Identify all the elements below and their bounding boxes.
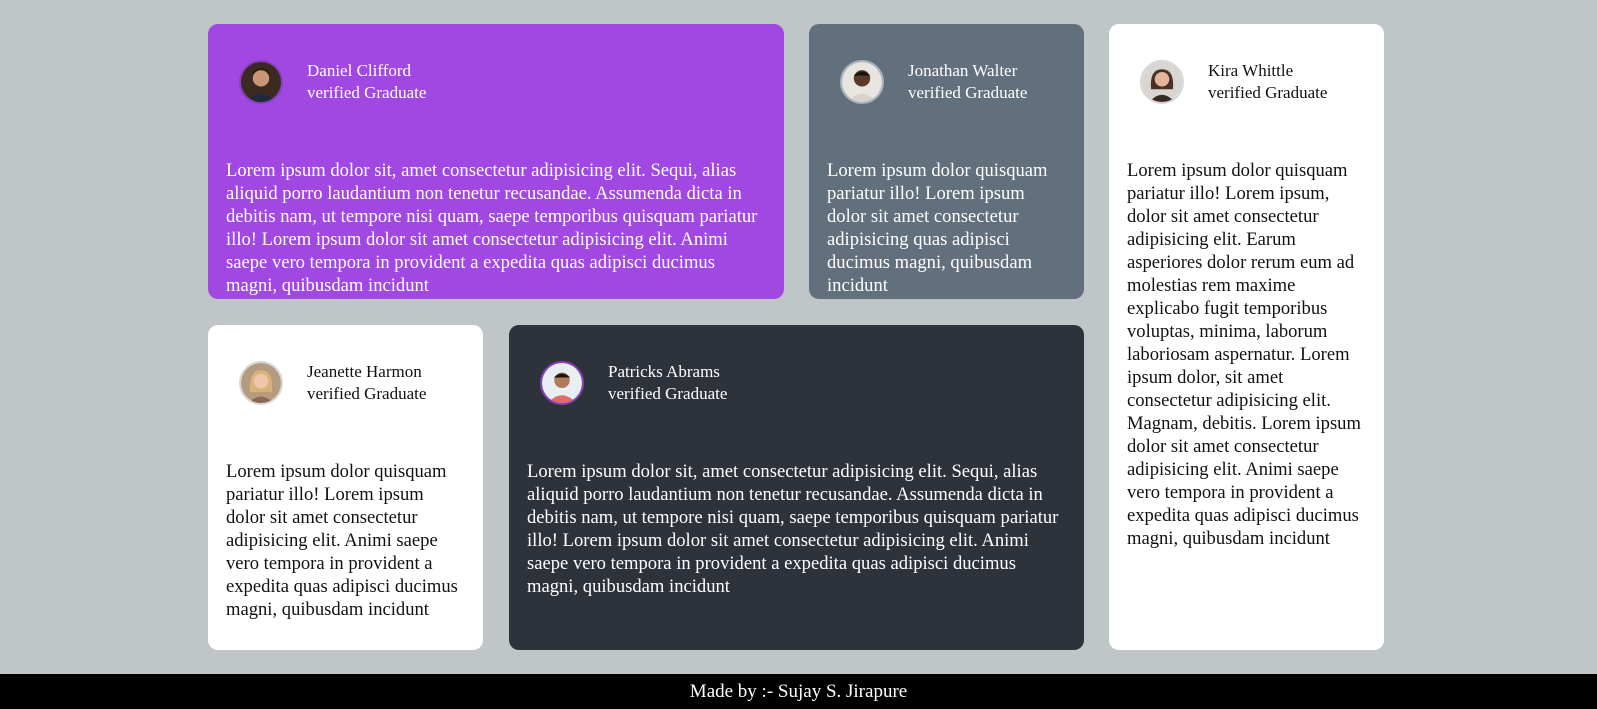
card-author: Daniel Clifford verified Graduate: [307, 60, 426, 104]
testimonial-card-jeanette-harmon: Jeanette Harmon verified Graduate Lorem …: [208, 325, 483, 650]
testimonial-text: Lorem ipsum dolor quisquam pariatur illo…: [226, 461, 458, 620]
author-subtitle: verified Graduate: [307, 82, 427, 102]
card-author: Jeanette Harmon verified Graduate: [307, 361, 426, 405]
testimonial-card-patricks-abrams: Patricks Abrams verified Graduate Lorem …: [509, 325, 1084, 650]
testimonial-text: Lorem ipsum dolor sit, amet consectetur …: [226, 160, 758, 296]
card-header: Patricks Abrams verified Graduate: [540, 349, 1066, 416]
testimonial-card-daniel-clifford: Daniel Clifford verified Graduate Lorem …: [208, 24, 784, 299]
author-name: Patricks Abrams: [608, 361, 720, 381]
author-subtitle: verified Graduate: [608, 383, 728, 403]
card-header: Kira Whittle verified Graduate: [1140, 48, 1366, 115]
testimonial-card-kira-whittle: Kira Whittle verified Graduate Lorem ips…: [1109, 24, 1384, 650]
author-subtitle: verified Graduate: [1208, 82, 1328, 102]
card-header: Jonathan Walter verified Graduate: [840, 48, 1066, 115]
testimonial-text: Lorem ipsum dolor quisquam pariatur illo…: [1127, 160, 1361, 549]
woman-avatar-icon: [239, 360, 283, 405]
author-name: Jeanette Harmon: [307, 361, 422, 381]
testimonial-text: Lorem ipsum dolor sit, amet consectetur …: [527, 461, 1059, 597]
man-avatar-icon: [540, 360, 584, 405]
card-header: Jeanette Harmon verified Graduate: [239, 349, 465, 416]
card-author: Kira Whittle verified Graduate: [1208, 60, 1327, 104]
woman-avatar-icon: [1140, 59, 1184, 104]
card-author: Jonathan Walter verified Graduate: [908, 60, 1027, 104]
testimonial-grid: Daniel Clifford verified Graduate Lorem …: [208, 24, 1384, 650]
testimonial-text: Lorem ipsum dolor quisquam pariatur illo…: [827, 160, 1048, 296]
author-subtitle: verified Graduate: [908, 82, 1028, 102]
author-name: Kira Whittle: [1208, 60, 1294, 80]
author-subtitle: verified Graduate: [307, 383, 427, 403]
footer-credit: Made by :- Sujay S. Jirapure: [689, 681, 908, 702]
footer: Made by :- Sujay S. Jirapure: [0, 674, 1597, 709]
testimonial-card-jonathan-walter: Jonathan Walter verified Graduate Lorem …: [809, 24, 1084, 299]
man-avatar-icon: [239, 59, 283, 104]
card-author: Patricks Abrams verified Graduate: [608, 361, 727, 405]
author-name: Daniel Clifford: [307, 60, 412, 80]
author-name: Jonathan Walter: [908, 60, 1018, 80]
card-header: Daniel Clifford verified Graduate: [239, 48, 766, 115]
man-avatar-icon: [840, 59, 884, 104]
